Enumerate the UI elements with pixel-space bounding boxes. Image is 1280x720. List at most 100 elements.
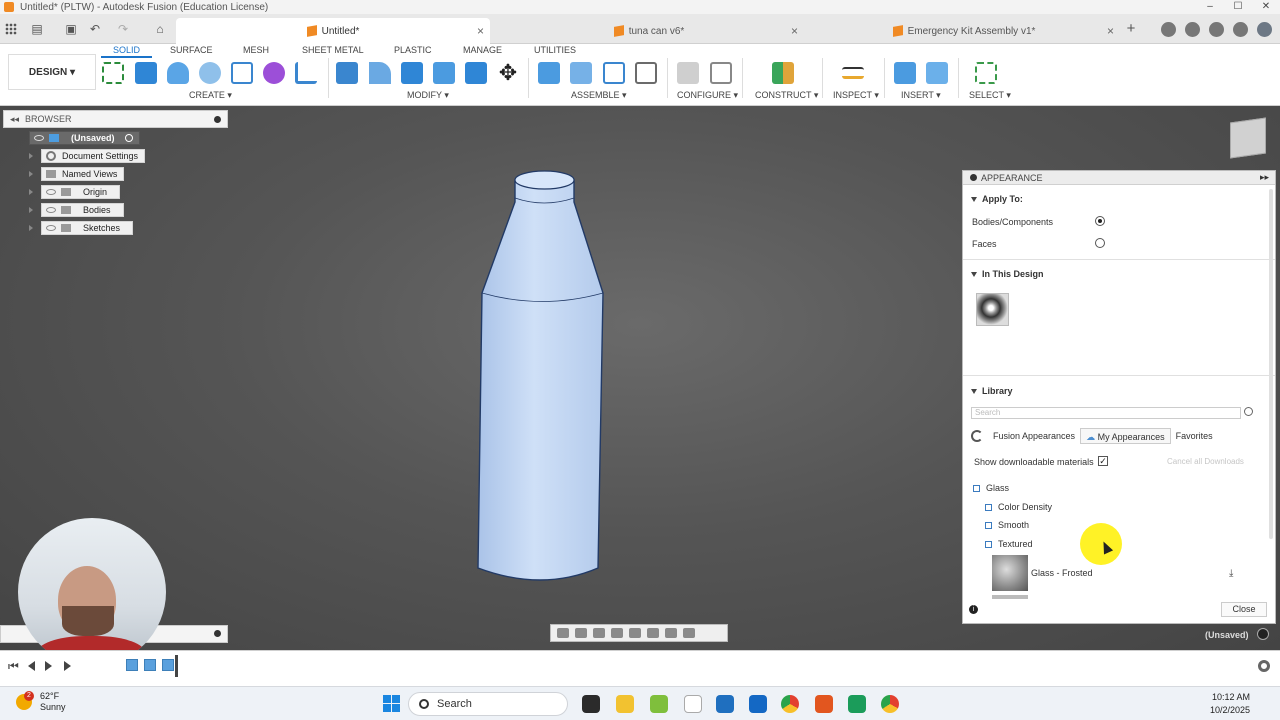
construct-menu[interactable]: CONSTRUCT ▾ [755, 90, 818, 101]
refresh-icon[interactable] [971, 430, 983, 442]
display-settings-icon[interactable] [647, 628, 659, 638]
insert-derive-icon[interactable] [894, 62, 916, 84]
maximize-icon[interactable]: ☐ [1224, 0, 1252, 14]
close-tab-icon[interactable]: × [477, 24, 484, 38]
insert-canvas-icon[interactable] [926, 62, 948, 84]
appearance-header[interactable]: APPEARANCE ▸▸ [963, 171, 1275, 185]
panel-pin-icon[interactable] [214, 630, 221, 637]
tab-manage[interactable]: MANAGE [451, 44, 514, 56]
configuration-table-icon[interactable] [710, 62, 732, 84]
step-forward-icon[interactable] [64, 661, 71, 671]
appearance-swatch[interactable] [976, 293, 1009, 326]
status-icon[interactable] [1257, 628, 1269, 640]
visibility-eye-icon[interactable] [46, 225, 56, 231]
save-icon[interactable]: ▣ [64, 22, 78, 36]
shell-icon[interactable] [433, 62, 455, 84]
view-cube[interactable] [1230, 117, 1266, 159]
modify-menu[interactable]: MODIFY ▾ [407, 90, 449, 101]
material-name[interactable]: Glass - Frosted [1031, 568, 1093, 578]
insert-menu[interactable]: INSERT ▾ [901, 90, 941, 101]
visibility-eye-icon[interactable] [46, 207, 56, 213]
app-icon[interactable] [650, 695, 668, 713]
measure-icon[interactable] [842, 67, 864, 79]
bottle-body[interactable] [470, 168, 610, 588]
faces-radio[interactable] [1095, 238, 1105, 248]
grid-settings-icon[interactable] [665, 628, 677, 638]
lib-folder-textured[interactable]: Textured [985, 539, 1033, 549]
joint-icon[interactable] [570, 62, 592, 84]
bodies-components-radio[interactable] [1095, 216, 1105, 226]
expand-icon[interactable]: ▸▸ [1260, 172, 1269, 183]
notepad-icon[interactable] [684, 695, 702, 713]
visibility-eye-icon[interactable] [46, 189, 56, 195]
help-icon[interactable] [1233, 22, 1248, 37]
tab-surface[interactable]: SURFACE [158, 44, 225, 56]
tab-favorites[interactable]: Favorites [1171, 428, 1218, 444]
form-icon[interactable] [263, 62, 285, 84]
lib-folder-smooth[interactable]: Smooth [985, 520, 1029, 530]
file-icon[interactable]: ▤ [30, 22, 44, 36]
workspace-switcher[interactable]: DESIGN ▾ [8, 54, 96, 90]
joint-origin-icon[interactable] [635, 62, 657, 84]
timeline-feature[interactable] [144, 659, 156, 671]
expand-arrow-icon[interactable] [29, 189, 33, 195]
windows-start-icon[interactable] [383, 695, 400, 712]
apply-to-section[interactable]: Apply To: [971, 194, 1023, 204]
inspect-menu[interactable]: INSPECT ▾ [833, 90, 879, 101]
timeline-feature[interactable] [126, 659, 138, 671]
configure-menu[interactable]: CONFIGURE ▾ [677, 90, 738, 101]
timeline-marker[interactable] [175, 655, 178, 677]
profile-avatar[interactable] [1257, 22, 1272, 37]
step-back-icon[interactable] [28, 661, 35, 671]
tab-fusion-appearances[interactable]: Fusion Appearances [988, 428, 1080, 444]
extensions-icon[interactable] [1161, 22, 1176, 37]
hole-icon[interactable] [199, 62, 221, 84]
app-icon[interactable] [848, 695, 866, 713]
tree-root-unsaved[interactable]: (Unsaved) [29, 131, 140, 145]
expand-arrow-icon[interactable] [29, 207, 33, 213]
collapse-icon[interactable]: ◂◂ [10, 114, 19, 125]
material-thumbnail[interactable] [992, 595, 1028, 599]
create-sketch-icon[interactable] [102, 62, 124, 84]
close-button[interactable]: Close [1221, 602, 1267, 617]
system-clock[interactable]: 10:12 AM 10/2/2025 [1210, 691, 1250, 717]
look-at-icon[interactable] [575, 628, 587, 638]
redo-icon[interactable]: ↷ [116, 22, 130, 36]
tab-plastic[interactable]: PLASTIC [382, 44, 444, 56]
chamfer-icon[interactable] [401, 62, 423, 84]
fit-icon[interactable] [629, 628, 641, 638]
move-icon[interactable]: ✥ [497, 62, 519, 84]
job-status-icon[interactable] [1185, 22, 1200, 37]
panel-pin-icon[interactable] [214, 115, 221, 123]
tree-item-bodies[interactable]: Bodies [41, 203, 124, 217]
activate-radio-icon[interactable] [124, 134, 133, 142]
new-tab-icon[interactable]: + [1124, 21, 1138, 36]
tab-emergency-kit[interactable]: Emergency Kit Assembly v1* × [808, 18, 1120, 44]
chrome-icon[interactable] [781, 695, 799, 713]
timeline-settings-gear-icon[interactable] [1258, 660, 1270, 672]
fillet-icon[interactable] [369, 62, 391, 84]
expand-arrow-icon[interactable] [29, 153, 33, 159]
orbit-icon[interactable] [557, 628, 569, 638]
app-icon[interactable] [716, 695, 734, 713]
tab-untitled[interactable]: Untitled* × [176, 18, 490, 44]
app-grid-icon[interactable] [5, 23, 17, 35]
info-icon[interactable]: i [969, 605, 978, 614]
cancel-downloads-link[interactable]: Cancel all Downloads [1167, 457, 1244, 466]
offset-plane-icon[interactable] [772, 62, 794, 84]
select-icon[interactable] [975, 62, 997, 84]
combine-icon[interactable] [465, 62, 487, 84]
browser-panel-header[interactable]: ◂◂ BROWSER [3, 110, 228, 128]
lib-folder-glass[interactable]: Glass [973, 483, 1009, 493]
go-to-start-icon[interactable]: ⏮ [8, 659, 19, 674]
scrollbar[interactable] [1269, 189, 1273, 539]
library-search-input[interactable]: Search [971, 407, 1241, 419]
tree-item-named-views[interactable]: Named Views [41, 167, 125, 181]
pattern-icon[interactable] [231, 62, 253, 84]
taskbar-search-box[interactable]: Search [408, 692, 568, 716]
select-menu[interactable]: SELECT ▾ [969, 90, 1011, 101]
file-explorer-icon[interactable] [616, 695, 634, 713]
material-thumbnail[interactable] [992, 555, 1028, 591]
lib-folder-color-density[interactable]: Color Density [985, 502, 1052, 512]
tree-item-document-settings[interactable]: Document Settings [41, 149, 146, 163]
